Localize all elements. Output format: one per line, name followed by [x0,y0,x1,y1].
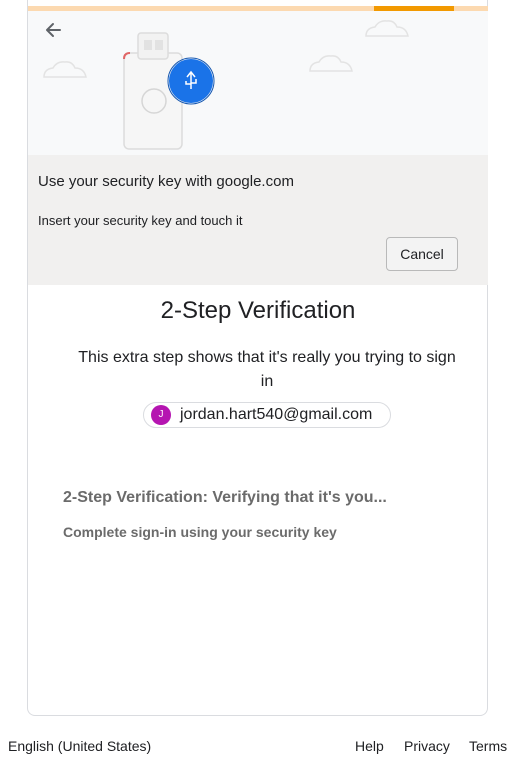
back-arrow-icon[interactable] [44,20,64,40]
cloud-icon [365,20,409,37]
account-chip[interactable]: J jordan.hart540@gmail.com [143,402,391,428]
account-email: jordan.hart540@gmail.com [180,406,373,423]
usb-icon [167,57,215,105]
help-link[interactable]: Help [355,738,384,754]
security-key-illustration [28,11,488,155]
status-title: 2-Step Verification: Verifying that it's… [63,489,387,506]
page-title: 2-Step Verification [160,297,356,324]
language-selector[interactable]: English (United States) [8,738,151,754]
cloud-icon [43,61,87,78]
cloud-icon [309,55,353,72]
cancel-button[interactable]: Cancel [386,237,458,271]
dialog-title: Use your security key with google.com [38,173,294,190]
dialog-subtitle: Insert your security key and touch it [38,213,243,228]
terms-link[interactable]: Terms [469,738,507,754]
security-key-dialog: Use your security key with google.com In… [28,155,488,285]
privacy-link[interactable]: Privacy [404,738,450,754]
avatar: J [151,405,171,425]
page-description: This extra step shows that it's really y… [78,349,456,390]
illustration-svg [43,20,409,150]
status-subtitle: Complete sign-in using your security key [63,524,337,540]
